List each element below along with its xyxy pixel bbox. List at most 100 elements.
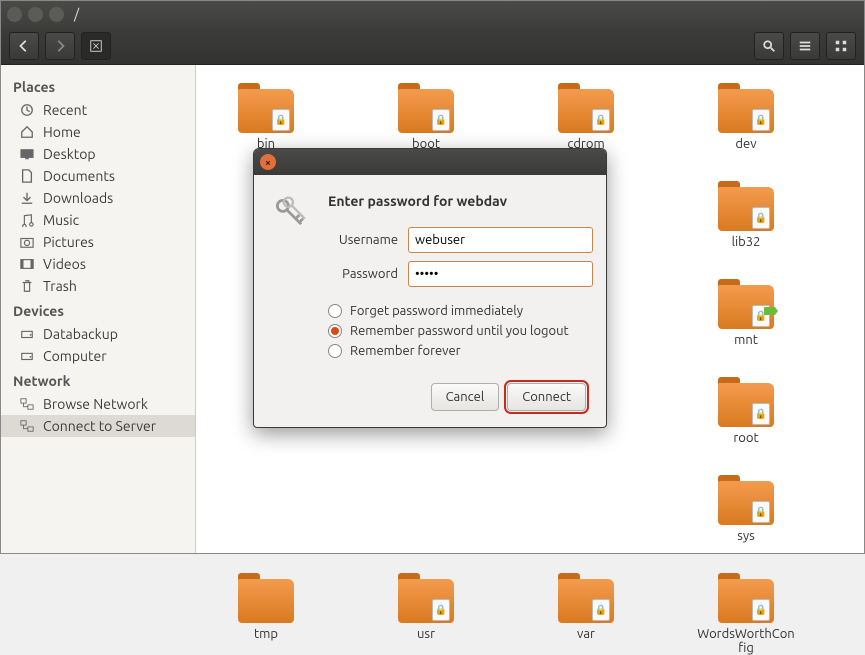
radio-remember-logout[interactable]: Remember password until you logout [328,321,593,341]
folder-label: var [577,627,595,641]
window-minimize-icon[interactable] [28,7,43,22]
folder-label: mnt [734,333,758,347]
folder-mnt[interactable]: 🔒 mnt [696,285,796,347]
folder-icon: 🔒 [718,89,774,133]
window-maximize-icon[interactable] [49,7,64,22]
username-label: Username [328,233,398,247]
desktop-icon [19,146,35,162]
radio-label: Remember forever [350,344,461,358]
lock-icon: 🔒 [752,403,770,425]
sidebar-item-label: Home [43,124,81,140]
window-path: / [74,6,79,22]
cancel-button[interactable]: Cancel [431,383,500,411]
folder-label: root [733,431,758,445]
sidebar-item-label: Databackup [43,326,118,342]
back-button[interactable] [9,32,39,60]
sidebar-item-label: Trash [43,278,77,294]
folder-label: tmp [254,627,278,641]
lock-icon: 🔒 [432,109,450,131]
sidebar-item-connect-server[interactable]: Connect to Server [1,415,195,437]
folder-dev[interactable]: 🔒dev [696,89,796,151]
search-button[interactable] [754,32,784,60]
radio-icon [328,344,342,358]
sidebar-item-label: Music [43,212,79,228]
username-input[interactable] [408,227,593,253]
sidebar-item-home[interactable]: Home [1,121,195,143]
dialog-heading: Enter password for webdav [328,193,593,209]
lock-icon: 🔒 [592,109,610,131]
sidebar-heading-network: Network [1,367,195,393]
radio-forget-immediately[interactable]: Forget password immediately [328,301,593,321]
folder-var[interactable]: 🔒 var [536,579,636,655]
radio-remember-forever[interactable]: Remember forever [328,341,593,361]
folder-boot[interactable]: 🔒boot [376,89,476,151]
sidebar-item-label: Downloads [43,190,113,206]
folder-icon: 🔒 [718,285,774,329]
lock-icon: 🔒 [432,599,450,621]
sidebar-item-label: Desktop [43,146,96,162]
folder-icon: 🔒 [558,89,614,133]
sidebar-item-label: Pictures [43,234,94,250]
sidebar-item-pictures[interactable]: Pictures [1,231,195,253]
folder-label: sys [737,529,755,543]
toolbar [1,27,864,65]
folder-lib32[interactable]: 🔒 lib32 [696,187,796,249]
folder-bin[interactable]: 🔒bin [216,89,316,151]
list-view-button[interactable] [790,32,820,60]
lock-icon: 🔒 [752,109,770,131]
folder-root[interactable]: 🔒 root [696,383,796,445]
folder-usr[interactable]: 🔒 usr [376,579,476,655]
drive-icon [19,348,35,364]
dialog-titlebar: × [254,149,606,175]
mount-arrow-icon [764,307,778,315]
forward-button[interactable] [45,32,75,60]
lock-icon: 🔒 [752,599,770,621]
document-icon [19,168,35,184]
folder-tmp[interactable]: tmp [216,579,316,655]
radio-icon [328,324,342,338]
folder-cdrom[interactable]: 🔒cdrom [536,89,636,151]
sidebar-item-videos[interactable]: Videos [1,253,195,275]
dialog-close-button[interactable]: × [260,154,276,170]
camera-icon [19,234,35,250]
keys-icon [270,193,314,237]
sidebar-item-label: Computer [43,348,107,364]
sidebar-item-computer[interactable]: Computer [1,345,195,367]
sidebar-item-recent[interactable]: Recent [1,99,195,121]
sidebar: Places Recent Home Desktop Documents Dow… [1,65,196,553]
video-icon [19,256,35,272]
clock-icon [19,102,35,118]
sidebar-item-downloads[interactable]: Downloads [1,187,195,209]
sidebar-heading-places: Places [1,73,195,99]
sidebar-heading-devices: Devices [1,297,195,323]
folder-sys[interactable]: 🔒 sys [696,481,796,543]
window-close-icon[interactable] [7,7,22,22]
radio-label: Forget password immediately [350,304,523,318]
folder-icon: 🔒 [718,187,774,231]
sidebar-item-documents[interactable]: Documents [1,165,195,187]
lock-icon: 🔒 [592,599,610,621]
sidebar-item-databackup[interactable]: Databackup [1,323,195,345]
trash-icon [19,278,35,294]
folder-wordsworthconfig[interactable]: 🔒WordsWorthConfig [696,579,796,655]
sidebar-item-trash[interactable]: Trash [1,275,195,297]
lock-icon: 🔒 [752,207,770,229]
folder-label: usr [417,627,435,641]
sidebar-item-browse-network[interactable]: Browse Network [1,393,195,415]
connect-button[interactable]: Connect [507,383,586,411]
sidebar-item-music[interactable]: Music [1,209,195,231]
password-input[interactable] [408,261,593,287]
grid-view-button[interactable] [826,32,856,60]
lock-icon: 🔒 [752,501,770,523]
lock-icon: 🔒 [272,109,290,131]
folder-icon: 🔒 [718,579,774,623]
folder-label: lib32 [732,235,761,249]
music-icon [19,212,35,228]
path-button[interactable] [81,32,111,60]
password-dialog: × Enter password for webdav Username Pas… [253,148,607,428]
sidebar-item-desktop[interactable]: Desktop [1,143,195,165]
sidebar-item-label: Connect to Server [43,418,156,434]
folder-icon: 🔒 [398,89,454,133]
folder-icon: 🔒 [558,579,614,623]
window-titlebar: / [1,1,864,27]
